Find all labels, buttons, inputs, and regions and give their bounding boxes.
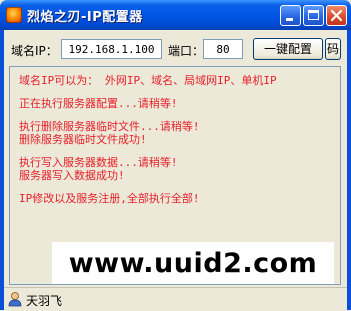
window-frame-right: [347, 30, 351, 310]
window-title: 烈焰之刃-IP配置器: [27, 10, 143, 25]
close-button[interactable]: [326, 5, 347, 26]
code-button[interactable]: 码: [325, 38, 341, 60]
ip-label: 域名IP：: [11, 44, 58, 58]
user-icon: [8, 292, 22, 307]
log-line: 执行写入服务器数据...请稍等!: [19, 156, 178, 169]
status-text: 天羽飞: [26, 294, 63, 308]
close-icon: [330, 9, 343, 22]
minimize-button[interactable]: [280, 5, 301, 26]
watermark-text: www.uuid2.com: [68, 247, 318, 279]
app-window: 烈焰之刃-IP配置器 域名IP： 端口： 一键配置 码 域名IP可以为： 外网I…: [0, 0, 351, 311]
maximize-icon: [308, 10, 319, 20]
log-line: 执行删除服务器临时文件...请稍等!: [19, 120, 200, 133]
status-bar: 天羽飞: [4, 287, 347, 311]
port-label: 端口：: [168, 44, 205, 58]
log-line: 删除服务器临时文件成功!: [19, 133, 147, 146]
maximize-button[interactable]: [303, 5, 324, 26]
window-frame-left: [0, 30, 4, 310]
minimize-icon: [286, 18, 293, 21]
flame-app-icon: [6, 7, 22, 23]
watermark: www.uuid2.com: [52, 242, 334, 284]
log-line: 服务器写入数据成功!: [19, 169, 125, 182]
one-click-config-button[interactable]: 一键配置: [253, 38, 323, 60]
title-bar[interactable]: 烈焰之刃-IP配置器: [0, 0, 351, 30]
log-line: 正在执行服务器配置...请稍等!: [19, 97, 178, 110]
log-line: 域名IP可以为： 外网IP、域名、局域网IP、单机IP: [19, 74, 277, 87]
port-input[interactable]: [203, 39, 243, 59]
log-line: IP修改以及服务注册,全部执行全部!: [19, 192, 200, 205]
ip-input[interactable]: [61, 39, 162, 59]
